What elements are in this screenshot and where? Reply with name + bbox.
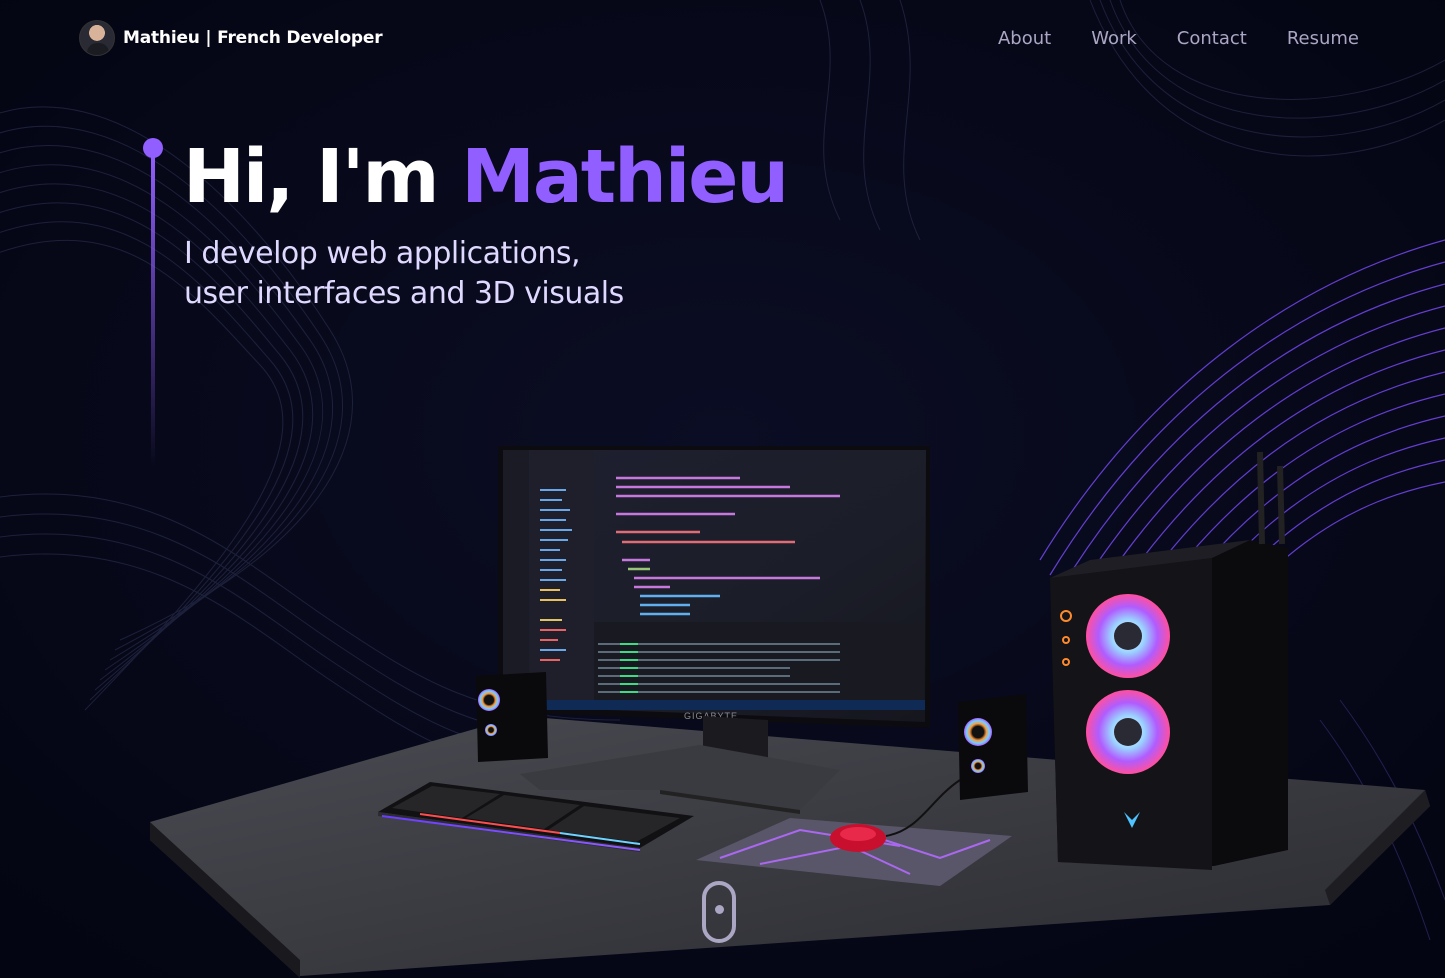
navbar: Mathieu | French Developer About Work Co… xyxy=(0,0,1445,76)
hero-greeting: Hi, I'm xyxy=(183,134,462,220)
hero-accent-line xyxy=(143,138,163,468)
nav-link-resume[interactable]: Resume xyxy=(1287,28,1359,49)
hero-accent-dot xyxy=(143,138,163,158)
nav-links: About Work Contact Resume xyxy=(998,28,1359,49)
hero-name: Mathieu xyxy=(461,134,789,220)
hero-subtitle-line1: I develop web applications, xyxy=(184,236,581,271)
hero-subtitle: I develop web applications, user interfa… xyxy=(184,234,744,314)
hero-title: Hi, I'm Mathieu xyxy=(183,132,789,222)
left-speaker xyxy=(476,672,548,762)
brand-home-link[interactable]: Mathieu | French Developer xyxy=(79,20,383,56)
scroll-indicator-knob xyxy=(715,905,724,914)
scroll-indicator-icon[interactable] xyxy=(702,881,736,943)
hero-subtitle-line2: user interfaces and 3D visuals xyxy=(184,276,624,311)
hero-accent-bar xyxy=(151,156,155,466)
nav-link-about[interactable]: About xyxy=(998,28,1051,49)
avatar-image xyxy=(79,20,115,56)
nav-link-work[interactable]: Work xyxy=(1091,28,1137,49)
nav-link-contact[interactable]: Contact xyxy=(1177,28,1247,49)
brand-name: Mathieu | French Developer xyxy=(123,28,383,48)
right-speaker xyxy=(958,694,1028,800)
pc-tower xyxy=(1050,451,1288,870)
